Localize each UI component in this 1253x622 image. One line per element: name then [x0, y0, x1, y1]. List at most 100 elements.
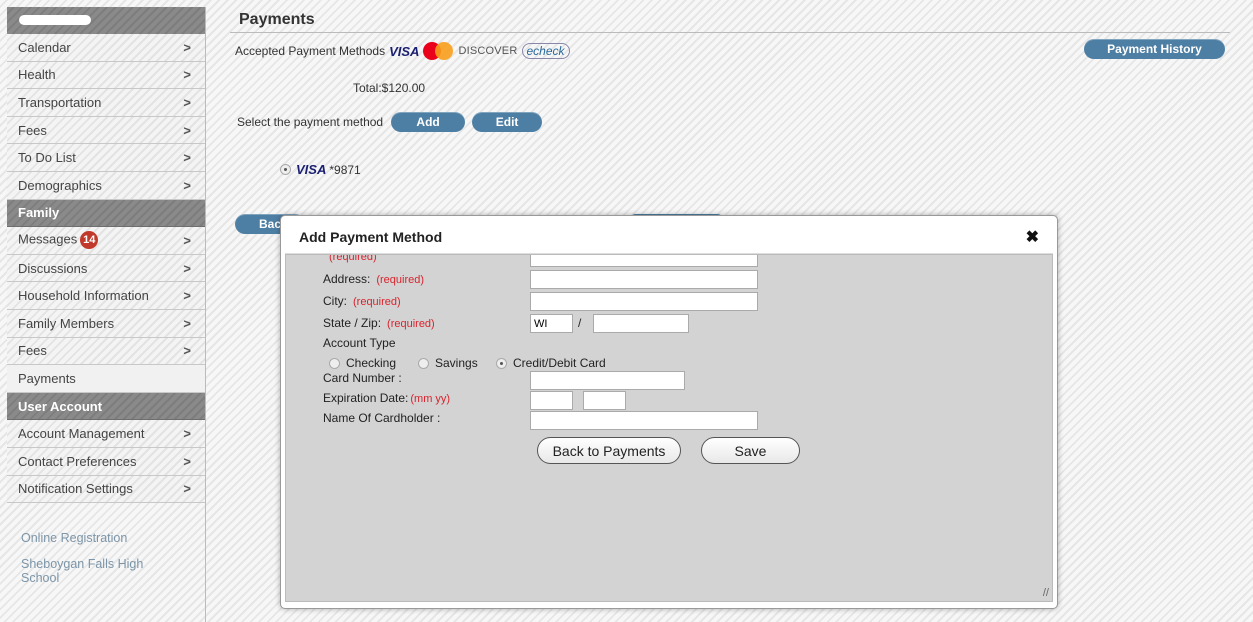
required-hint: (required) [353, 296, 401, 308]
discover-logo-icon: DISCOVER [458, 45, 518, 57]
checking-label: Checking [346, 356, 397, 370]
page-title: Payments [230, 7, 1230, 33]
saved-card-suffix: *9871 [329, 162, 361, 177]
sidebar-item-payments[interactable]: Payments [7, 365, 205, 393]
sidebar-item-label-wrap: Messages 14 [18, 231, 183, 250]
sidebar-item-fees[interactable]: Fees > [7, 116, 205, 145]
sidebar-item-label: Family Members [18, 315, 115, 331]
account-type-label: Account Type [323, 336, 396, 350]
sidebar-item-label: Demographics [18, 177, 102, 193]
sidebar-section-user-account: User Account [7, 392, 205, 421]
sidebar-item-label: Calendar [18, 39, 71, 55]
sidebar-item-label: Payments [18, 370, 76, 386]
sidebar-item-transportation[interactable]: Transportation > [7, 89, 205, 117]
chevron-right-icon: > [183, 94, 191, 110]
address-label: Address: (required) [323, 272, 424, 286]
chevron-right-icon: > [183, 343, 191, 359]
expiration-label: Expiration Date: (mm yy) [323, 391, 450, 405]
sidebar-item-family-fees[interactable]: Fees > [7, 337, 205, 366]
saved-card-option[interactable]: VISA *9871 [280, 162, 361, 177]
city-label: City: (required) [323, 294, 401, 308]
sidebar-item-discussions[interactable]: Discussions > [7, 254, 205, 283]
credit-card-radio[interactable] [496, 357, 507, 369]
edit-method-button[interactable]: Edit [472, 112, 543, 132]
zip-field[interactable] [593, 314, 689, 333]
back-to-payments-button[interactable]: Back to Payments [537, 437, 681, 464]
required-hint: (required) [387, 318, 435, 330]
city-field[interactable] [530, 292, 758, 311]
chevron-right-icon: > [183, 315, 191, 331]
dialog-body: (required) Address: (required) City: (requ… [285, 254, 1053, 602]
sidebar-user-header [7, 7, 205, 34]
expiration-label-text: Expiration Date: [323, 391, 409, 405]
sidebar: Calendar > Health > Transportation > Fees > … [7, 7, 206, 622]
dialog-title: Add Payment Method [299, 228, 443, 245]
zip-separator: / [578, 316, 582, 330]
credit-card-option[interactable]: Credit/Debit Card [496, 356, 606, 370]
savings-label: Savings [435, 356, 478, 370]
expiration-month-field[interactable] [530, 391, 573, 410]
visa-logo-icon: VISA [389, 43, 420, 59]
sidebar-item-health[interactable]: Health > [7, 61, 205, 90]
sidebar-item-demographics[interactable]: Demographics > [7, 171, 205, 200]
city-label-text: City: [323, 294, 347, 308]
checking-option[interactable]: Checking [329, 356, 396, 370]
chevron-right-icon: > [183, 39, 191, 55]
required-hint: (required) [376, 274, 425, 286]
unread-count-badge: 14 [80, 231, 99, 250]
sidebar-item-label: Notification Settings [18, 481, 133, 497]
credit-card-label: Credit/Debit Card [513, 356, 606, 370]
close-icon[interactable]: ✖ [1026, 227, 1039, 247]
mastercard-logo-icon [423, 42, 454, 60]
visa-logo-icon: VISA [296, 162, 327, 177]
chevron-right-icon: > [183, 232, 191, 248]
name-label-partial: (required) [323, 254, 377, 263]
select-payment-row: Select the payment method Add Edit [237, 112, 543, 132]
add-method-button[interactable]: Add [391, 112, 466, 132]
sidebar-item-label: Household Information [18, 288, 149, 304]
redacted-username [19, 15, 91, 25]
sidebar-item-todo[interactable]: To Do List > [7, 144, 205, 172]
accepted-payment-methods: Accepted Payment Methods VISA DISCOVER e… [235, 42, 570, 60]
sidebar-item-label: Contact Preferences [18, 453, 137, 469]
sidebar-item-account-management[interactable]: Account Management > [7, 420, 205, 448]
chevron-right-icon: > [183, 260, 191, 276]
card-number-field[interactable] [530, 371, 685, 390]
school-link[interactable]: Sheboygan Falls High School [21, 557, 171, 585]
savings-option[interactable]: Savings [418, 356, 478, 370]
card-number-label: Card Number : [323, 371, 402, 385]
save-button[interactable]: Save [701, 437, 800, 464]
saved-card-radio[interactable] [280, 164, 291, 175]
sidebar-item-family-members[interactable]: Family Members > [7, 309, 205, 338]
add-payment-method-dialog: Add Payment Method ✖ (required) Address:… [280, 215, 1058, 609]
redacted-value [536, 275, 626, 284]
chevron-right-icon: > [183, 453, 191, 469]
sidebar-item-messages[interactable]: Messages 14 > [7, 227, 205, 255]
state-field[interactable] [530, 314, 573, 333]
required-hint: (required) [329, 254, 377, 263]
chevron-right-icon: > [183, 481, 191, 497]
sidebar-item-label: Account Management [18, 426, 145, 442]
expiration-year-field[interactable] [583, 391, 626, 410]
payment-total: Total:$120.00 [353, 81, 426, 95]
sidebar-item-notification-settings[interactable]: Notification Settings > [7, 475, 205, 504]
sidebar-item-calendar[interactable]: Calendar > [7, 34, 205, 62]
sidebar-item-household-information[interactable]: Household Information > [7, 282, 205, 310]
online-registration-link[interactable]: Online Registration [21, 531, 171, 545]
cardholder-field[interactable] [530, 411, 758, 430]
sidebar-item-label: Health [18, 67, 56, 83]
resize-handle-icon[interactable]: // [1043, 587, 1049, 599]
savings-radio[interactable] [418, 357, 429, 369]
sidebar-item-label: Messages [18, 231, 78, 247]
cardholder-label: Name Of Cardholder : [323, 411, 441, 425]
sidebar-item-contact-preferences[interactable]: Contact Preferences > [7, 447, 205, 476]
payment-history-button[interactable]: Payment History [1084, 39, 1225, 59]
chevron-right-icon: > [183, 426, 191, 442]
chevron-right-icon: > [183, 150, 191, 166]
checking-radio[interactable] [329, 357, 340, 369]
chevron-right-icon: > [183, 67, 191, 83]
sidebar-item-label: Fees [18, 343, 47, 359]
state-zip-label-text: State / Zip: [323, 316, 382, 330]
chevron-right-icon: > [183, 177, 191, 193]
expiration-format-hint: (mm yy) [410, 393, 451, 405]
